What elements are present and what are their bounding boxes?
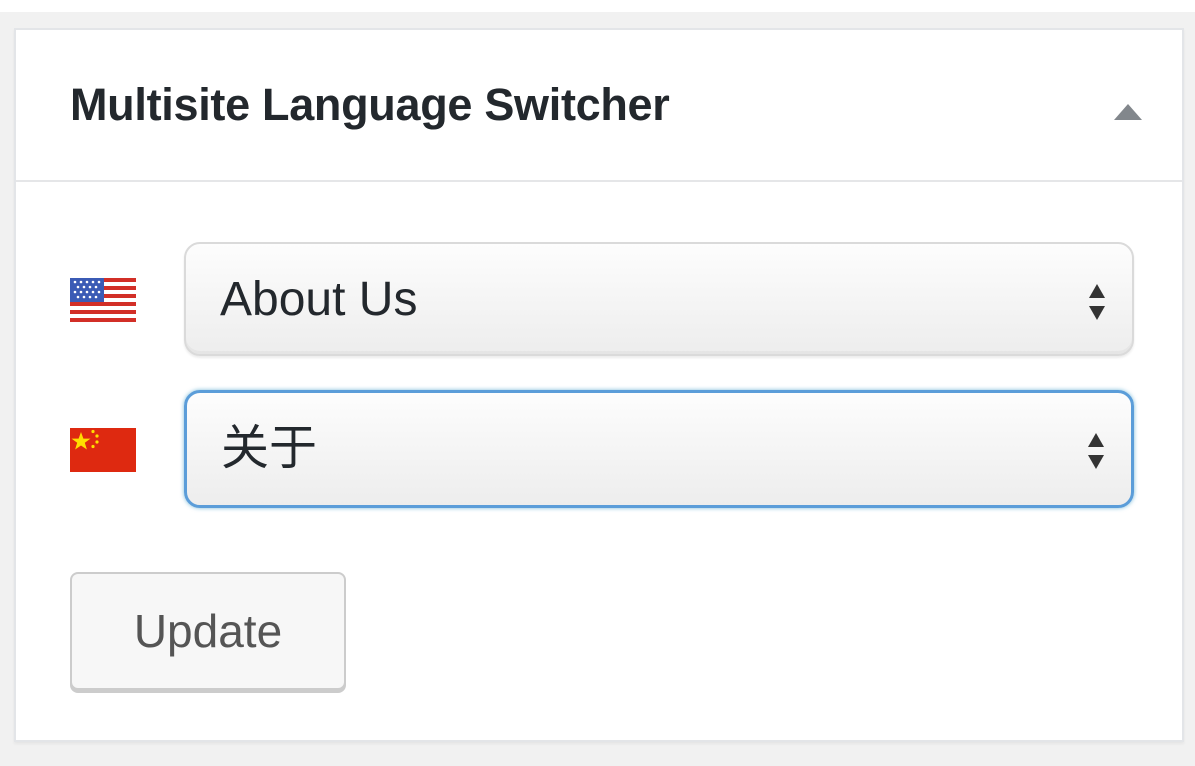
select-value-zh: 关于 — [221, 422, 318, 475]
collapse-toggle-button[interactable] — [1104, 86, 1152, 134]
post-select-en[interactable]: About Us — [184, 242, 1134, 356]
language-row-zh: 关于 — [70, 390, 1150, 510]
postbox-header: Multisite Language Switcher — [16, 30, 1182, 182]
us-flag-icon — [70, 278, 136, 322]
post-select-zh[interactable]: 关于 — [184, 390, 1134, 508]
up-down-arrows-icon — [1089, 284, 1105, 320]
up-down-arrows-icon — [1088, 433, 1104, 469]
language-row-en: About Us — [70, 242, 1150, 360]
update-button[interactable]: Update — [70, 572, 346, 690]
triangle-up-icon — [1114, 104, 1142, 120]
msls-postbox: Multisite Language Switcher About Us 关于 … — [14, 28, 1184, 742]
select-value-en: About Us — [220, 273, 418, 326]
cropped-caption-strip — [0, 0, 1195, 12]
postbox-title: Multisite Language Switcher — [70, 79, 670, 130]
china-flag-icon — [70, 428, 136, 472]
